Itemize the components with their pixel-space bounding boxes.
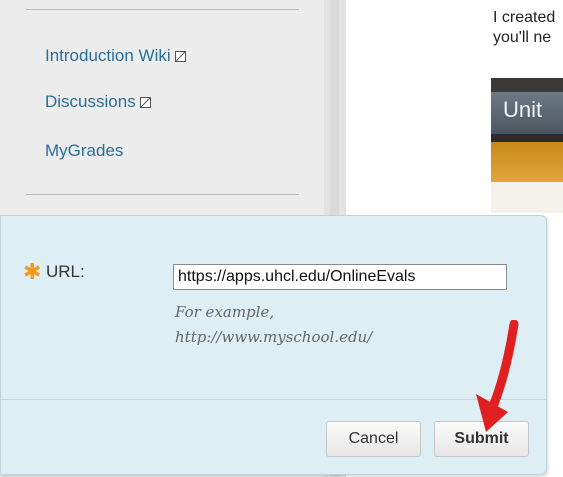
content-line: I created (493, 9, 556, 26)
url-hint-line: For example, (175, 303, 275, 321)
annotation-arrow-icon (476, 320, 519, 432)
menu-item-mygrades[interactable]: MyGrades (45, 141, 123, 161)
thumbnail-banner (491, 142, 563, 182)
content-line: you'll ne (493, 29, 552, 46)
menu-item-label: Discussions (45, 92, 136, 111)
menu-item-label: MyGrades (45, 141, 124, 160)
menu-divider-top (26, 9, 299, 10)
menu-item-introduction-wiki[interactable]: Introduction Wiki (45, 46, 186, 66)
hidden-from-students-icon (139, 96, 151, 108)
menu-item-discussions[interactable]: Discussions (45, 92, 151, 112)
asterisk-required-icon: ✱ (23, 259, 42, 284)
thumbnail-body (491, 182, 563, 213)
cancel-button[interactable]: Cancel (326, 421, 421, 457)
menu-item-label: Introduction Wiki (45, 46, 171, 65)
url-label: URL: (46, 262, 85, 281)
thumbnail-title: Unit (503, 97, 543, 122)
thumbnail-nav (491, 134, 563, 142)
content-screenshot-image: Unit (491, 78, 563, 213)
menu-divider-bottom (26, 194, 299, 195)
hidden-from-students-icon (174, 50, 186, 62)
dialog-separator (1, 399, 546, 400)
web-link-dialog: ✱ URL: For example, http://www.myschool.… (0, 215, 547, 475)
thumbnail-browser-bar (491, 78, 563, 92)
url-hint: For example, http://www.myschool.edu/ (175, 300, 372, 350)
url-hint-example: http://www.myschool.edu/ (175, 328, 373, 346)
content-text: I created you'll ne (493, 8, 555, 48)
url-input[interactable] (173, 264, 507, 290)
